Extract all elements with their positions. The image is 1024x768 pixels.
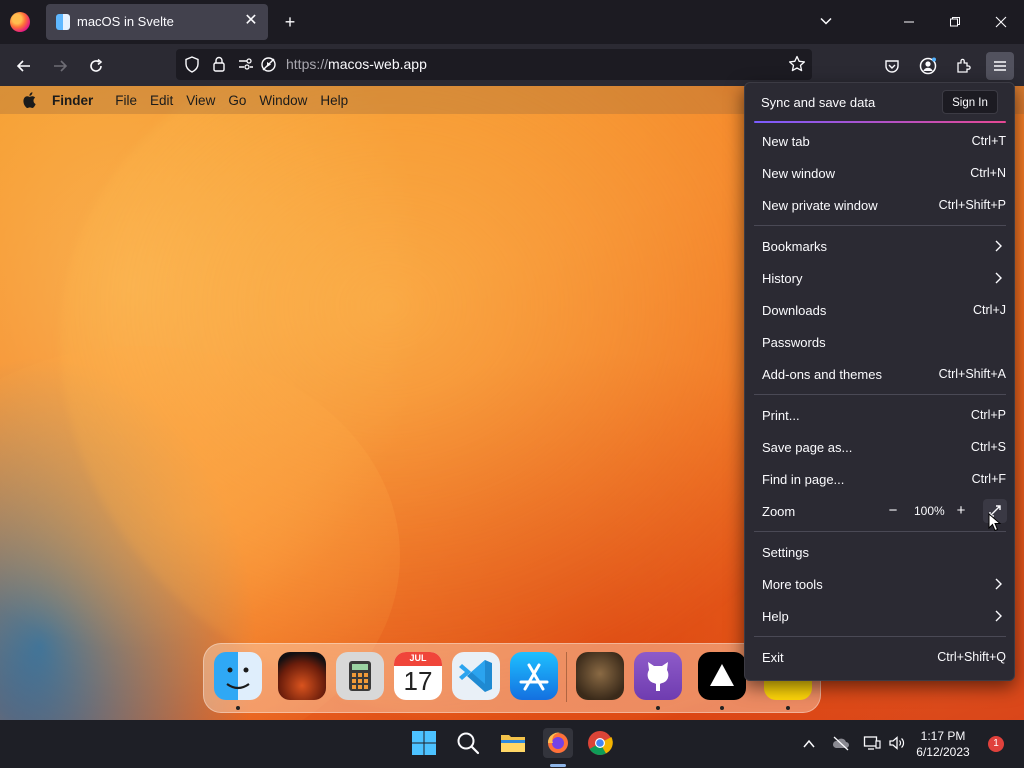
dock-launchpad-icon[interactable] xyxy=(278,652,326,700)
menubar-help[interactable]: Help xyxy=(320,93,348,108)
menubar-window[interactable]: Window xyxy=(259,93,307,108)
shield-icon[interactable] xyxy=(184,56,200,78)
zoom-in-button[interactable]: + xyxy=(951,501,971,521)
sign-in-button[interactable]: Sign In xyxy=(942,90,998,114)
menubar-app-name[interactable]: Finder xyxy=(52,93,93,108)
dock-separator xyxy=(566,652,567,702)
extensions-puzzle-icon[interactable] xyxy=(950,52,978,80)
close-window-icon[interactable] xyxy=(989,10,1013,34)
url-text[interactable]: https://macos-web.app xyxy=(286,56,427,72)
address-bar[interactable]: https://macos-web.app xyxy=(176,49,812,80)
menu-item-find-in-page[interactable]: Find in page... Ctrl+F xyxy=(753,464,1007,494)
windows-taskbar: 1:17 PM 6/12/2023 1 xyxy=(0,720,1024,768)
menu-item-exit[interactable]: Exit Ctrl+Shift+Q xyxy=(753,642,1007,672)
lock-icon[interactable] xyxy=(212,56,226,77)
show-hidden-icons-chevron-up-icon[interactable] xyxy=(802,737,816,755)
onedrive-offline-icon[interactable] xyxy=(832,735,850,756)
zoom-level[interactable]: 100% xyxy=(914,504,945,518)
dock-running-indicator xyxy=(656,706,660,710)
menu-separator xyxy=(754,225,1006,226)
back-arrow-icon[interactable] xyxy=(10,52,38,80)
forward-arrow-icon[interactable] xyxy=(46,52,74,80)
menu-item-new-tab[interactable]: New tab Ctrl+T xyxy=(753,126,1007,156)
menu-item-history[interactable]: History xyxy=(753,263,1007,293)
autoplay-blocked-icon[interactable] xyxy=(260,56,277,78)
new-tab-button[interactable]: + xyxy=(278,10,302,34)
zoom-out-button[interactable]: − xyxy=(883,501,903,521)
dock-running-indicator xyxy=(236,706,240,710)
volume-icon[interactable] xyxy=(888,735,906,756)
system-clock[interactable]: 1:17 PM 6/12/2023 xyxy=(908,728,978,760)
chrome-icon[interactable] xyxy=(587,730,615,758)
firefox-app-menu: Sync and save data Sign In New tab Ctrl+T… xyxy=(744,82,1015,681)
list-all-tabs-chevron-down-icon[interactable] xyxy=(814,10,838,34)
pocket-icon[interactable] xyxy=(878,52,906,80)
menu-item-help[interactable]: Help xyxy=(753,601,1007,631)
apple-logo-icon[interactable] xyxy=(22,92,36,108)
dock-vercel-icon[interactable] xyxy=(698,652,746,700)
accent-divider xyxy=(754,121,1006,123)
menu-item-print[interactable]: Print... Ctrl+P xyxy=(753,400,1007,430)
file-explorer-icon[interactable] xyxy=(499,730,527,758)
menu-separator xyxy=(754,394,1006,395)
finder-favicon-icon xyxy=(56,14,70,30)
dock-github-icon[interactable] xyxy=(634,652,682,700)
permissions-icon[interactable] xyxy=(238,57,254,76)
menu-item-downloads[interactable]: Downloads Ctrl+J xyxy=(753,295,1007,325)
account-icon[interactable] xyxy=(914,52,942,80)
dock-vscode-icon[interactable] xyxy=(452,652,500,700)
dock-app-store-icon[interactable] xyxy=(510,652,558,700)
hamburger-menu-icon[interactable] xyxy=(986,52,1014,80)
menu-separator xyxy=(754,636,1006,637)
dock-cat-app-icon[interactable] xyxy=(576,652,624,700)
menu-item-passwords[interactable]: Passwords xyxy=(753,327,1007,357)
menu-item-addons-themes[interactable]: Add-ons and themes Ctrl+Shift+A xyxy=(753,359,1007,389)
navigation-toolbar: https://macos-web.app xyxy=(0,44,1024,86)
menu-item-save-page-as[interactable]: Save page as... Ctrl+S xyxy=(753,432,1007,462)
network-icon[interactable] xyxy=(863,735,881,756)
clock-time: 1:17 PM xyxy=(920,729,966,743)
menu-item-settings[interactable]: Settings xyxy=(753,537,1007,567)
clock-date: 6/12/2023 xyxy=(916,745,970,759)
tab-macos-in-svelte[interactable]: macOS in Svelte ✕ xyxy=(46,4,268,40)
dock-calendar-icon[interactable]: JUL 17 xyxy=(394,652,442,700)
tab-title: macOS in Svelte xyxy=(77,14,174,29)
chevron-right-icon xyxy=(993,609,1003,623)
tab-strip: macOS in Svelte ✕ + xyxy=(0,0,1024,44)
sync-label: Sync and save data xyxy=(761,95,876,110)
notification-badge[interactable]: 1 xyxy=(988,736,1004,752)
menu-item-bookmarks[interactable]: Bookmarks xyxy=(753,231,1007,261)
calendar-month: JUL xyxy=(409,653,427,663)
menu-item-new-private-window[interactable]: New private window Ctrl+Shift+P xyxy=(753,190,1007,220)
menubar-file[interactable]: File xyxy=(115,93,137,108)
windows-start-icon[interactable] xyxy=(411,730,439,758)
macos-dock: JUL 17 xyxy=(203,643,821,713)
minimize-window-icon[interactable] xyxy=(897,10,921,34)
dock-calculator-icon[interactable] xyxy=(336,652,384,700)
menubar-view[interactable]: View xyxy=(186,93,215,108)
menu-item-new-window[interactable]: New window Ctrl+N xyxy=(753,158,1007,188)
firefox-logo-icon[interactable] xyxy=(10,12,30,32)
menu-separator xyxy=(754,531,1006,532)
chevron-right-icon xyxy=(993,239,1003,253)
dock-running-indicator xyxy=(786,706,790,710)
chevron-right-icon xyxy=(993,271,1003,285)
tab-close-icon[interactable]: ✕ xyxy=(242,12,260,30)
restore-window-icon[interactable] xyxy=(943,10,967,34)
reload-icon[interactable] xyxy=(82,52,110,80)
search-icon[interactable] xyxy=(455,730,483,758)
menu-item-zoom: Zoom − 100% + xyxy=(753,496,1007,526)
dock-finder-icon[interactable] xyxy=(214,652,262,700)
firefox-taskbar-icon[interactable] xyxy=(543,728,573,758)
menubar-go[interactable]: Go xyxy=(228,93,246,108)
dock-running-indicator xyxy=(720,706,724,710)
chevron-right-icon xyxy=(993,577,1003,591)
active-app-indicator xyxy=(550,764,566,767)
mouse-cursor-icon xyxy=(988,512,1002,537)
menu-item-more-tools[interactable]: More tools xyxy=(753,569,1007,599)
sync-section: Sync and save data Sign In xyxy=(745,83,1014,121)
bookmark-star-icon[interactable] xyxy=(788,55,806,78)
calendar-day: 17 xyxy=(403,666,433,696)
menubar-edit[interactable]: Edit xyxy=(150,93,173,108)
